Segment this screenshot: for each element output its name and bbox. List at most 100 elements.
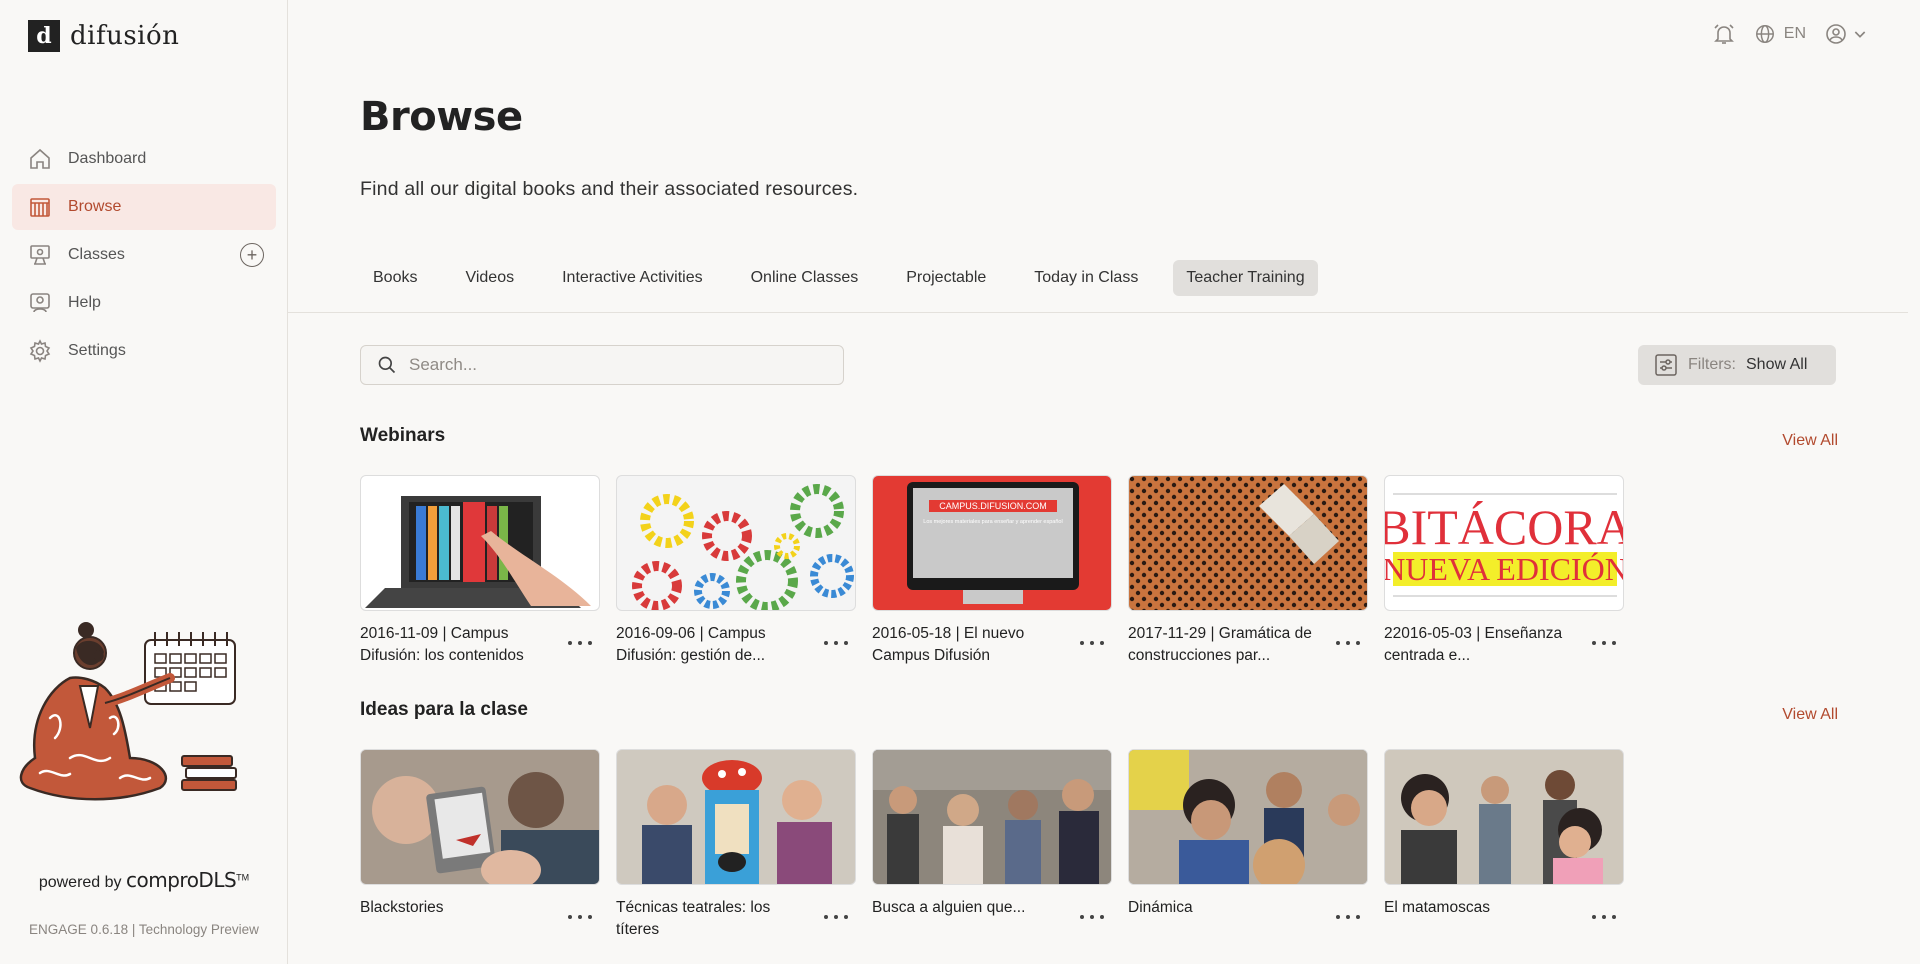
card-thumbnail-dominoes[interactable] xyxy=(1128,475,1368,611)
version-info: ENGAGE 0.6.18 | Technology Preview xyxy=(29,922,259,937)
resource-card[interactable]: Dinámica xyxy=(1128,749,1368,919)
card-title[interactable]: El matamoscas xyxy=(1384,897,1580,919)
gear-icon xyxy=(29,339,51,363)
bell-icon[interactable] xyxy=(1712,22,1736,46)
sidebar: d difusión Dashboard Browse Classes + He… xyxy=(0,0,288,964)
sidebar-item-label: Help xyxy=(68,294,101,311)
section-title-ideas-para-la-clase: Ideas para la clase xyxy=(360,699,528,720)
sidebar-item-label: Settings xyxy=(68,342,126,359)
filter-sliders-icon xyxy=(1655,354,1677,376)
card-more-options-button[interactable] xyxy=(568,635,592,651)
sidebar-item-browse[interactable]: Browse xyxy=(12,184,276,230)
books-icon xyxy=(30,198,50,217)
card-title[interactable]: 2017-11-29 | Gramática de construcciones… xyxy=(1128,623,1324,667)
card-more-options-button[interactable] xyxy=(1336,909,1360,925)
card-thumbnail-campus-difusion[interactable]: CAMPUS.DIFUSION.COM Los mejores material… xyxy=(872,475,1112,611)
card-title[interactable]: Técnicas teatrales: los títeres xyxy=(616,897,812,941)
card-title[interactable]: 22016-05-03 | Enseñanza centrada e... xyxy=(1384,623,1580,667)
resource-card[interactable]: 2016-09-06 | Campus Difusión: gestión de… xyxy=(616,475,856,664)
tabs-divider xyxy=(288,312,1908,313)
card-more-options-button[interactable] xyxy=(1080,635,1104,651)
tab-today-in-class[interactable]: Today in Class xyxy=(1021,260,1151,296)
tab-online-classes[interactable]: Online Classes xyxy=(738,260,872,296)
sidebar-item-classes[interactable]: Classes + xyxy=(12,232,276,278)
card-more-options-button[interactable] xyxy=(1080,909,1104,925)
card-thumbnail-classroom-group[interactable] xyxy=(872,749,1112,885)
sidebar-nav: Dashboard Browse Classes + Help Settings xyxy=(12,136,276,376)
search-icon xyxy=(378,356,396,374)
card-thumbnail-laptop-books[interactable] xyxy=(360,475,600,611)
add-class-button[interactable]: + xyxy=(240,243,264,267)
resource-card[interactable]: BITÁCORA NUEVA EDICIÓN 22016-05-03 | Ens… xyxy=(1384,475,1624,664)
thumb-tagline: Los mejores materiales para enseñar y ap… xyxy=(923,519,1062,525)
page-subtitle: Find all our digital books and their ass… xyxy=(360,178,859,200)
card-thumbnail-cards-game[interactable] xyxy=(360,749,600,885)
tab-books[interactable]: Books xyxy=(360,260,430,296)
card-more-options-button[interactable] xyxy=(824,635,848,651)
card-thumbnail-puppet-theater[interactable] xyxy=(616,749,856,885)
globe-icon xyxy=(1755,25,1774,43)
sidebar-item-dashboard[interactable]: Dashboard xyxy=(12,136,276,182)
brand-logo[interactable]: d difusión xyxy=(28,20,179,52)
card-more-options-button[interactable] xyxy=(1592,909,1616,925)
chevron-down-icon xyxy=(1854,31,1866,38)
category-tabs: Books Videos Interactive Activities Onli… xyxy=(360,260,1318,296)
brand-name: difusión xyxy=(70,21,180,51)
user-menu[interactable] xyxy=(1824,22,1868,46)
card-more-options-button[interactable] xyxy=(824,909,848,925)
card-thumbnail-gears[interactable] xyxy=(616,475,856,611)
home-icon xyxy=(30,148,50,169)
card-title[interactable]: 2016-11-09 | Campus Difusión: los conten… xyxy=(360,623,556,667)
filters-button[interactable]: Filters: Show All xyxy=(1638,345,1836,385)
user-avatar-icon xyxy=(1826,24,1846,44)
powered-by: powered by comproDLSTM xyxy=(0,868,288,892)
search-box xyxy=(360,345,844,385)
help-icon xyxy=(30,293,50,313)
language-selector[interactable]: EN xyxy=(1754,23,1806,45)
resource-card[interactable]: 2016-11-09 | Campus Difusión: los conten… xyxy=(360,475,600,664)
card-thumbnail-group-activity[interactable] xyxy=(1128,749,1368,885)
tab-projectable[interactable]: Projectable xyxy=(893,260,999,296)
sidebar-item-label: Browse xyxy=(68,198,122,215)
card-title[interactable]: 2016-09-06 | Campus Difusión: gestión de… xyxy=(616,623,812,667)
card-more-options-button[interactable] xyxy=(1592,635,1616,651)
thumb-title-line1: BITÁCORA xyxy=(1385,499,1624,555)
page-title: Browse xyxy=(360,94,523,140)
tab-videos[interactable]: Videos xyxy=(452,260,527,296)
view-all-ideas-link[interactable]: View All xyxy=(1782,706,1838,724)
resource-card[interactable]: 2017-11-29 | Gramática de construcciones… xyxy=(1128,475,1368,664)
sidebar-item-settings[interactable]: Settings xyxy=(12,328,276,374)
tab-interactive-activities[interactable]: Interactive Activities xyxy=(549,260,716,296)
thumb-heading: CAMPUS.DIFUSION.COM xyxy=(939,501,1047,511)
section-title-webinars: Webinars xyxy=(360,425,446,446)
teacher-illustration xyxy=(19,622,237,801)
filters-label: Filters: xyxy=(1688,356,1736,373)
resource-card[interactable]: CAMPUS.DIFUSION.COM Los mejores material… xyxy=(872,475,1112,664)
card-more-options-button[interactable] xyxy=(568,909,592,925)
card-thumbnail-bitacora[interactable]: BITÁCORA NUEVA EDICIÓN xyxy=(1384,475,1624,611)
sidebar-item-help[interactable]: Help xyxy=(12,280,276,326)
view-all-webinars-link[interactable]: View All xyxy=(1782,432,1838,450)
classroom-icon xyxy=(30,245,50,265)
sidebar-item-label: Classes xyxy=(68,246,125,263)
filters-value: Show All xyxy=(1746,356,1808,373)
card-more-options-button[interactable] xyxy=(1336,635,1360,651)
card-title[interactable]: Dinámica xyxy=(1128,897,1324,919)
search-input[interactable] xyxy=(409,355,809,375)
language-code: EN xyxy=(1783,25,1806,42)
card-title[interactable]: Busca a alguien que... xyxy=(872,897,1068,919)
resource-card[interactable]: El matamoscas xyxy=(1384,749,1624,919)
sidebar-item-label: Dashboard xyxy=(68,150,147,167)
brand-mark-icon: d xyxy=(28,20,60,52)
resource-card[interactable]: Blackstories xyxy=(360,749,600,919)
card-thumbnail-students-laughing[interactable] xyxy=(1384,749,1624,885)
card-title[interactable]: 2016-05-18 | El nuevo Campus Difusión xyxy=(872,623,1068,667)
thumb-title-line2: NUEVA EDICIÓN xyxy=(1385,551,1624,587)
resource-card[interactable]: Busca a alguien que... xyxy=(872,749,1112,919)
trademark: TM xyxy=(236,872,250,883)
topbar: EN xyxy=(1712,22,1868,46)
card-title[interactable]: Blackstories xyxy=(360,897,556,919)
powered-by-brand: comproDLS xyxy=(126,868,237,892)
tab-teacher-training[interactable]: Teacher Training xyxy=(1173,260,1318,296)
resource-card[interactable]: Técnicas teatrales: los títeres xyxy=(616,749,856,938)
